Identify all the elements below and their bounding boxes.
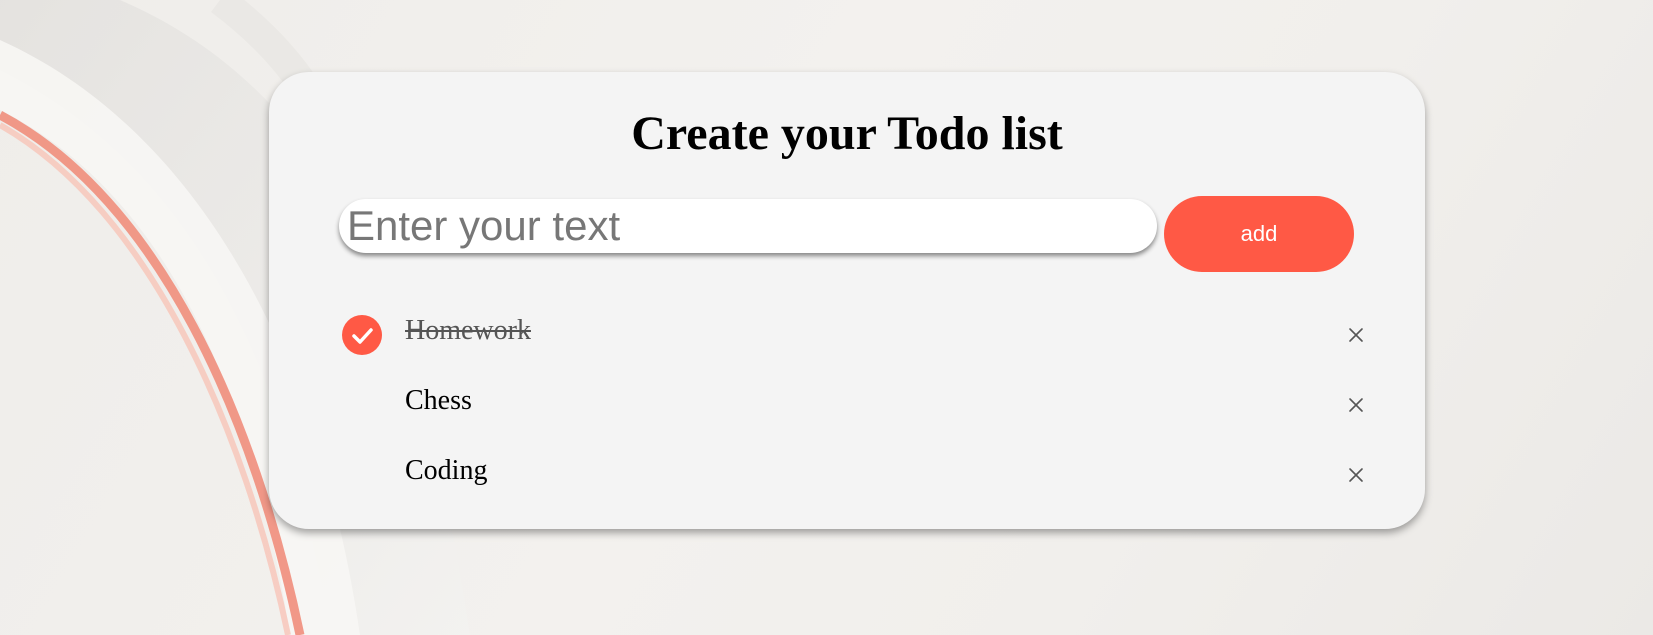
todo-item-homework[interactable]: Homework — [339, 300, 1369, 370]
todo-text-input[interactable] — [339, 199, 1157, 253]
todo-item-chess[interactable]: Chess — [339, 370, 1369, 440]
close-icon[interactable] — [1341, 320, 1371, 350]
todo-item-label: Chess — [405, 385, 472, 416]
page-title: Create your Todo list — [631, 107, 1063, 160]
close-icon[interactable] — [1341, 460, 1371, 490]
todo-list: Homework Chess Coding — [339, 300, 1369, 510]
close-icon[interactable] — [1341, 390, 1371, 420]
todo-item-label: Coding — [405, 455, 488, 486]
todo-item-label: Homework — [405, 315, 531, 346]
add-button[interactable]: add — [1164, 196, 1354, 272]
todo-card: Create your Todo list add Homework Chess — [269, 72, 1425, 529]
check-icon[interactable] — [342, 315, 382, 355]
input-row: add — [339, 194, 1355, 274]
todo-item-coding[interactable]: Coding — [339, 440, 1369, 510]
